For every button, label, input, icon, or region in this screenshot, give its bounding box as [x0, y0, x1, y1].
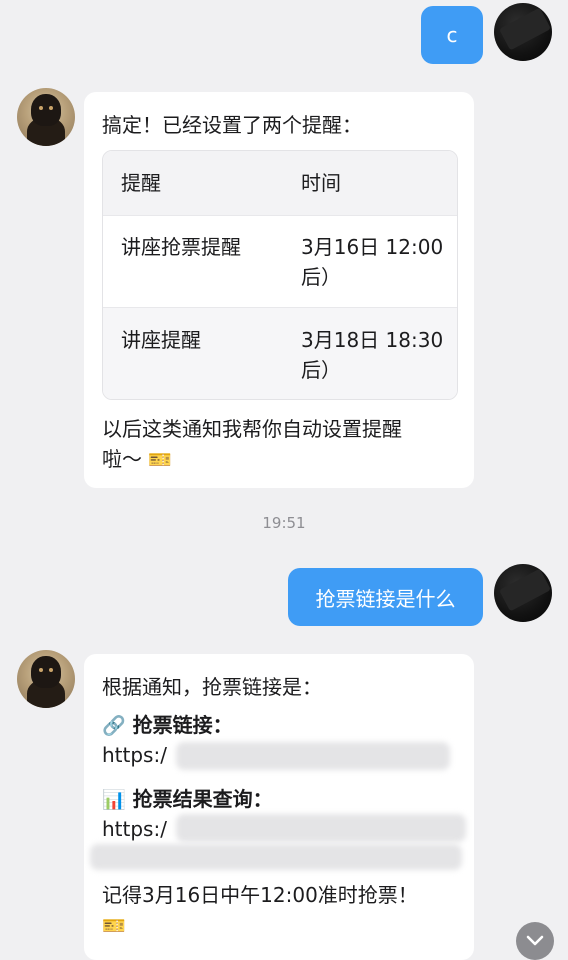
table-cell-time: 3月18日 18:30（ — [301, 328, 458, 352]
table-row: 讲座提醒 3月18日 18:30（ 后） — [103, 307, 458, 399]
message-outro: 以后这类通知我帮你自动设置提醒 啦～ 🎫 — [102, 414, 402, 475]
chevron-down-icon — [526, 935, 544, 946]
user-message-bubble[interactable]: c — [421, 6, 483, 64]
reminder-line: 记得3月16日中午12:00准时抢票！ — [102, 883, 418, 907]
avatar-label — [499, 8, 546, 42]
message-outro-line: 啦～ — [102, 447, 142, 471]
table-cell-time-cont: 后） — [301, 358, 341, 382]
message-outro-line: 以后这类通知我帮你自动设置提醒 — [102, 417, 402, 441]
avatar-label — [499, 569, 546, 603]
message-intro: 根据通知，抢票链接是： — [102, 675, 322, 699]
bot-message-bubble[interactable]: 根据通知，抢票链接是： 🔗 抢票链接： https:/ 📊 抢票结果查询： ht… — [84, 654, 474, 960]
bot-avatar[interactable] — [17, 88, 75, 146]
message-text: 抢票链接是什么 — [315, 586, 456, 611]
chart-icon: 📊 — [102, 789, 126, 811]
redacted-link — [176, 814, 466, 842]
ticket-icon: 🎫 — [148, 449, 173, 471]
user-message-bubble[interactable]: 抢票链接是什么 — [288, 568, 483, 626]
redacted-link — [90, 844, 462, 870]
link-url-prefix: https:/ — [102, 817, 167, 841]
link-label-row: 🔗 抢票链接： — [102, 710, 233, 741]
link-icon: 🔗 — [102, 715, 126, 737]
table-cell-name: 讲座提醒 — [121, 328, 201, 352]
user-avatar[interactable] — [494, 564, 552, 622]
link-url[interactable]: https:/ — [102, 740, 167, 770]
table-cell-name: 讲座抢票提醒 — [121, 235, 241, 259]
link-label-row: 📊 抢票结果查询： — [102, 784, 273, 815]
link-url[interactable]: https:/ — [102, 814, 167, 844]
table-cell-time-cont: 后） — [301, 265, 341, 289]
bot-message-bubble[interactable]: 搞定！已经设置了两个提醒： 提醒 时间 讲座抢票提醒 3月16日 12:00（ … — [84, 92, 474, 488]
reminder-table: 提醒 时间 讲座抢票提醒 3月16日 12:00（ 后） 讲座提醒 3月18日 … — [102, 150, 458, 400]
timestamp: 19:51 — [262, 514, 306, 532]
table-cell-time: 3月16日 12:00（ — [301, 235, 458, 259]
bot-avatar[interactable] — [17, 650, 75, 708]
message-intro: 搞定！已经设置了两个提醒： — [102, 113, 362, 137]
table-row: 讲座抢票提醒 3月16日 12:00（ 后） — [103, 215, 457, 307]
table-header-cell: 时间 — [301, 171, 341, 195]
scroll-down-button[interactable] — [516, 922, 554, 960]
redacted-link — [176, 742, 450, 770]
link-label: 抢票结果查询： — [132, 787, 273, 811]
link-label: 抢票链接： — [132, 713, 233, 737]
link-url-prefix: https:/ — [102, 743, 167, 767]
table-header: 提醒 时间 — [103, 151, 457, 215]
table-header-cell: 提醒 — [121, 171, 161, 195]
ticket-icon: 🎫 — [102, 915, 126, 937]
message-text: c — [446, 23, 458, 47]
reminder-text: 记得3月16日中午12:00准时抢票！ 🎫 — [102, 880, 418, 941]
user-avatar[interactable] — [494, 3, 552, 61]
